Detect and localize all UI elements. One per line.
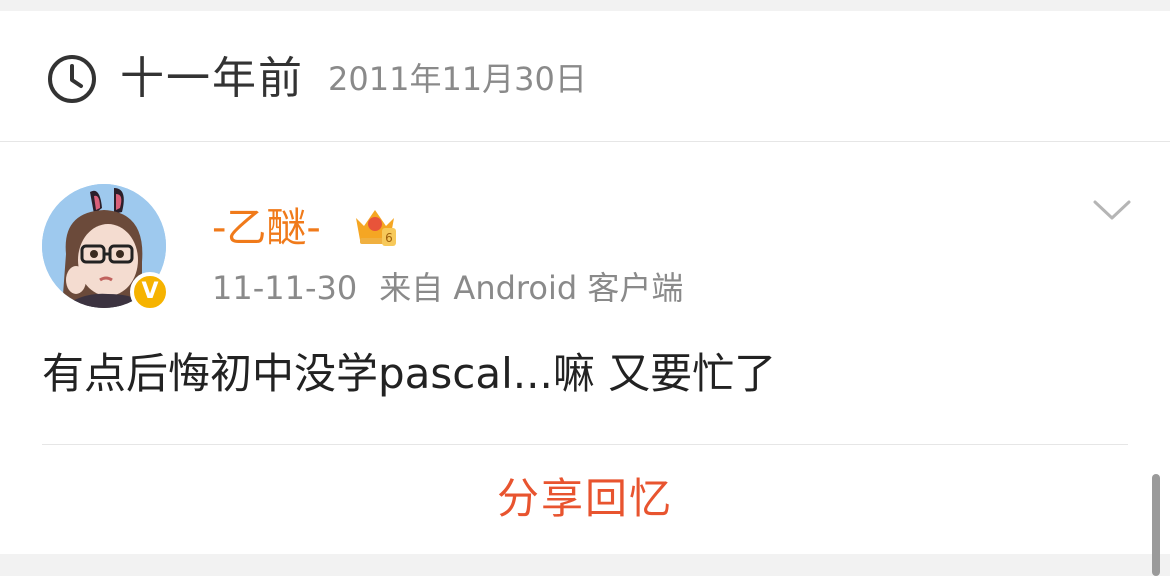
verified-badge: V xyxy=(130,272,170,312)
clock-icon xyxy=(48,55,96,103)
avatar-wrap[interactable]: V xyxy=(42,184,170,312)
memory-date: 2011年11月30日 xyxy=(328,60,587,98)
scrollbar[interactable] xyxy=(1152,474,1160,576)
post-text: 有点后悔初中没学pascal...嘛 又要忙了 xyxy=(42,349,777,398)
post-card: V -乙醚- 6 11-11-30 来自 Android 客户端 有点后悔初中没学… xyxy=(0,142,1170,554)
share-memory-button[interactable]: 分享回忆 xyxy=(0,445,1170,554)
post-meta: 11-11-30 来自 Android 客户端 xyxy=(212,268,683,308)
post-source: 来自 Android 客户端 xyxy=(379,269,684,307)
top-gap xyxy=(0,0,1170,11)
username[interactable]: -乙醚- xyxy=(212,204,321,252)
memory-header: 十一年前 2011年11月30日 xyxy=(0,11,1170,142)
memory-ago-label: 十一年前 xyxy=(120,53,304,104)
post-time: 11-11-30 xyxy=(212,269,358,307)
chevron-down-icon[interactable] xyxy=(1092,198,1132,224)
svg-text:6: 6 xyxy=(385,231,393,245)
vip-crown-icon[interactable]: 6 xyxy=(352,204,398,248)
